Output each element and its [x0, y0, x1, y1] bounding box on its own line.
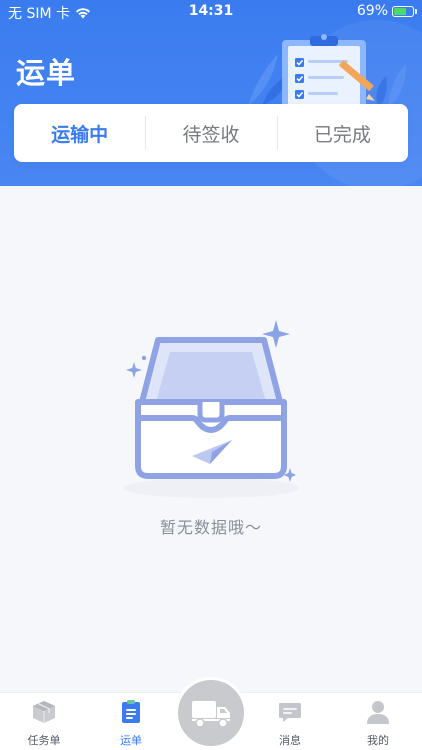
user-icon	[367, 701, 389, 724]
tabbar-label-waybill: 运单	[120, 734, 142, 747]
battery-fill	[394, 7, 406, 15]
page-title: 运单	[16, 56, 77, 90]
clipboard-checklist-icon	[248, 34, 406, 108]
tabbar-label-messages: 消息	[279, 734, 301, 747]
tabbar-item-tasks[interactable]: 任务单	[14, 699, 74, 749]
battery-percent: 69%	[356, 3, 388, 19]
tab-in-transit[interactable]: 运输中	[14, 104, 145, 162]
tab-pending-signature[interactable]: 待签收	[145, 104, 276, 162]
tabbar-label-profile: 我的	[367, 734, 389, 747]
battery-group: 69%	[356, 3, 417, 19]
tabbar-item-waybill[interactable]: 运单	[101, 699, 161, 749]
battery-icon	[392, 5, 417, 17]
box-icon	[33, 701, 55, 723]
document-icon	[122, 700, 140, 723]
tabbar-item-messages[interactable]: 消息	[260, 699, 320, 749]
empty-state-message: 暂无数据哦～	[159, 518, 262, 537]
center-dispatch-button[interactable]	[175, 677, 247, 749]
truck-icon	[192, 701, 230, 728]
tabbar-label-tasks: 任务单	[27, 734, 61, 747]
waybill-tabs: 运输中 待签收 已完成	[14, 104, 408, 162]
tab-completed[interactable]: 已完成	[276, 104, 408, 162]
message-icon	[279, 703, 301, 722]
tabbar-item-profile[interactable]: 我的	[348, 699, 408, 749]
empty-inbox-icon	[123, 320, 299, 498]
status-bar: 无 SIM 卡 14:31 69%	[0, 0, 422, 24]
